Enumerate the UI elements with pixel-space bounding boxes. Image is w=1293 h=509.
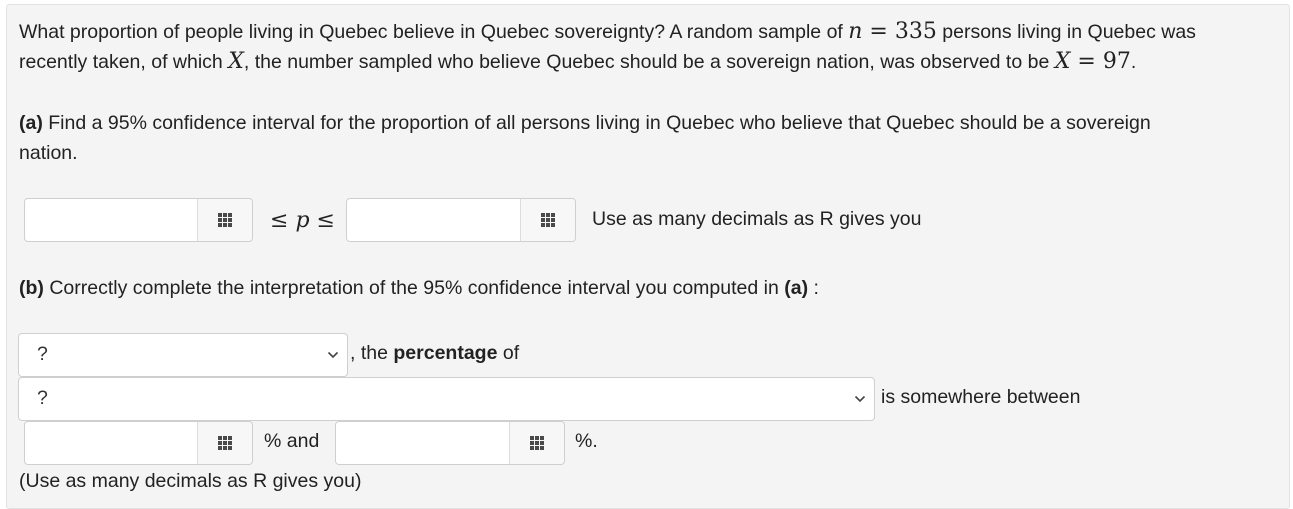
- n-variable: n: [848, 19, 863, 44]
- part-b-label: (b): [19, 277, 44, 299]
- upper-bound-field[interactable]: [347, 199, 537, 241]
- colon: :: [813, 277, 819, 299]
- keypad-grid-icon: [541, 213, 555, 227]
- math-keypad-button[interactable]: [197, 199, 252, 241]
- x-expression: X = 97: [1055, 49, 1131, 74]
- lower-bound-field[interactable]: [25, 199, 215, 241]
- inequality: ≤ p ≤: [270, 206, 335, 236]
- lower-percent-field[interactable]: [25, 422, 215, 464]
- percentage-text: percentage: [393, 342, 498, 364]
- p-variable: p: [295, 208, 310, 233]
- upper-percent-input: [335, 421, 565, 465]
- upper-percent-field[interactable]: [336, 422, 526, 464]
- x-variable: X: [228, 49, 244, 74]
- of-text: of: [502, 342, 520, 364]
- keypad-grid-icon: [530, 436, 544, 450]
- keypad-grid-icon: [218, 436, 232, 450]
- part-a-reference: (a): [784, 277, 809, 299]
- question-line-1: What proportion of people living in Queb…: [19, 17, 1196, 47]
- period: .: [1130, 51, 1137, 73]
- upper-bound-input: [346, 198, 576, 242]
- question-text: What proportion of people living in Queb…: [19, 21, 843, 43]
- chevron-down-icon: [854, 395, 866, 403]
- leq-symbol: ≤: [316, 208, 335, 233]
- chevron-down-icon: [327, 351, 339, 359]
- n-value: 335: [894, 19, 937, 44]
- part-a-text: nation.: [19, 142, 78, 164]
- question-line-2: recently taken, of which X, the number s…: [19, 47, 1136, 77]
- keypad-grid-icon: [218, 213, 232, 227]
- somewhere-between-text: is somewhere between: [881, 386, 1081, 408]
- part-b-line: (b) Correctly complete the interpretatio…: [19, 273, 819, 303]
- part-a-line-1: (a) Find a 95% confidence interval for t…: [19, 108, 1151, 138]
- x-value: 97: [1102, 49, 1131, 74]
- footer-hint: (Use as many decimals as R gives you): [19, 470, 362, 492]
- part-a-line-2: nation.: [19, 138, 78, 168]
- question-text: recently taken, of which: [19, 51, 223, 73]
- part-a-text: Find a 95% confidence interval for the p…: [48, 112, 1151, 134]
- percent-end-text: %.: [575, 430, 598, 452]
- population-select[interactable]: ?: [18, 377, 875, 421]
- confidence-select[interactable]: ?: [18, 333, 348, 377]
- part-b-text: Correctly complete the interpretation of…: [49, 277, 779, 299]
- question-text: , the number sampled who believe Quebec …: [243, 51, 1050, 73]
- select-1-trailing-text: , the percentage of: [350, 338, 519, 368]
- math-keypad-button[interactable]: [520, 199, 575, 241]
- decimals-hint: Use as many decimals as R gives you: [592, 208, 922, 230]
- percent-and-text: % and: [264, 430, 320, 452]
- lower-percent-input: [24, 421, 253, 465]
- the-text: , the: [350, 342, 388, 364]
- leq-symbol: ≤: [270, 208, 289, 233]
- population-select-value: ?: [37, 387, 48, 409]
- question-text: persons living in Quebec was: [942, 21, 1196, 43]
- math-keypad-button[interactable]: [509, 422, 564, 464]
- confidence-select-value: ?: [37, 343, 48, 365]
- n-expression: n = 335: [848, 19, 937, 44]
- lower-bound-input: [24, 198, 253, 242]
- equals-sign: =: [1077, 49, 1096, 74]
- equals-sign: =: [869, 19, 888, 44]
- part-a-label: (a): [19, 112, 43, 134]
- x-variable: X: [1054, 49, 1071, 74]
- math-keypad-button[interactable]: [197, 422, 252, 464]
